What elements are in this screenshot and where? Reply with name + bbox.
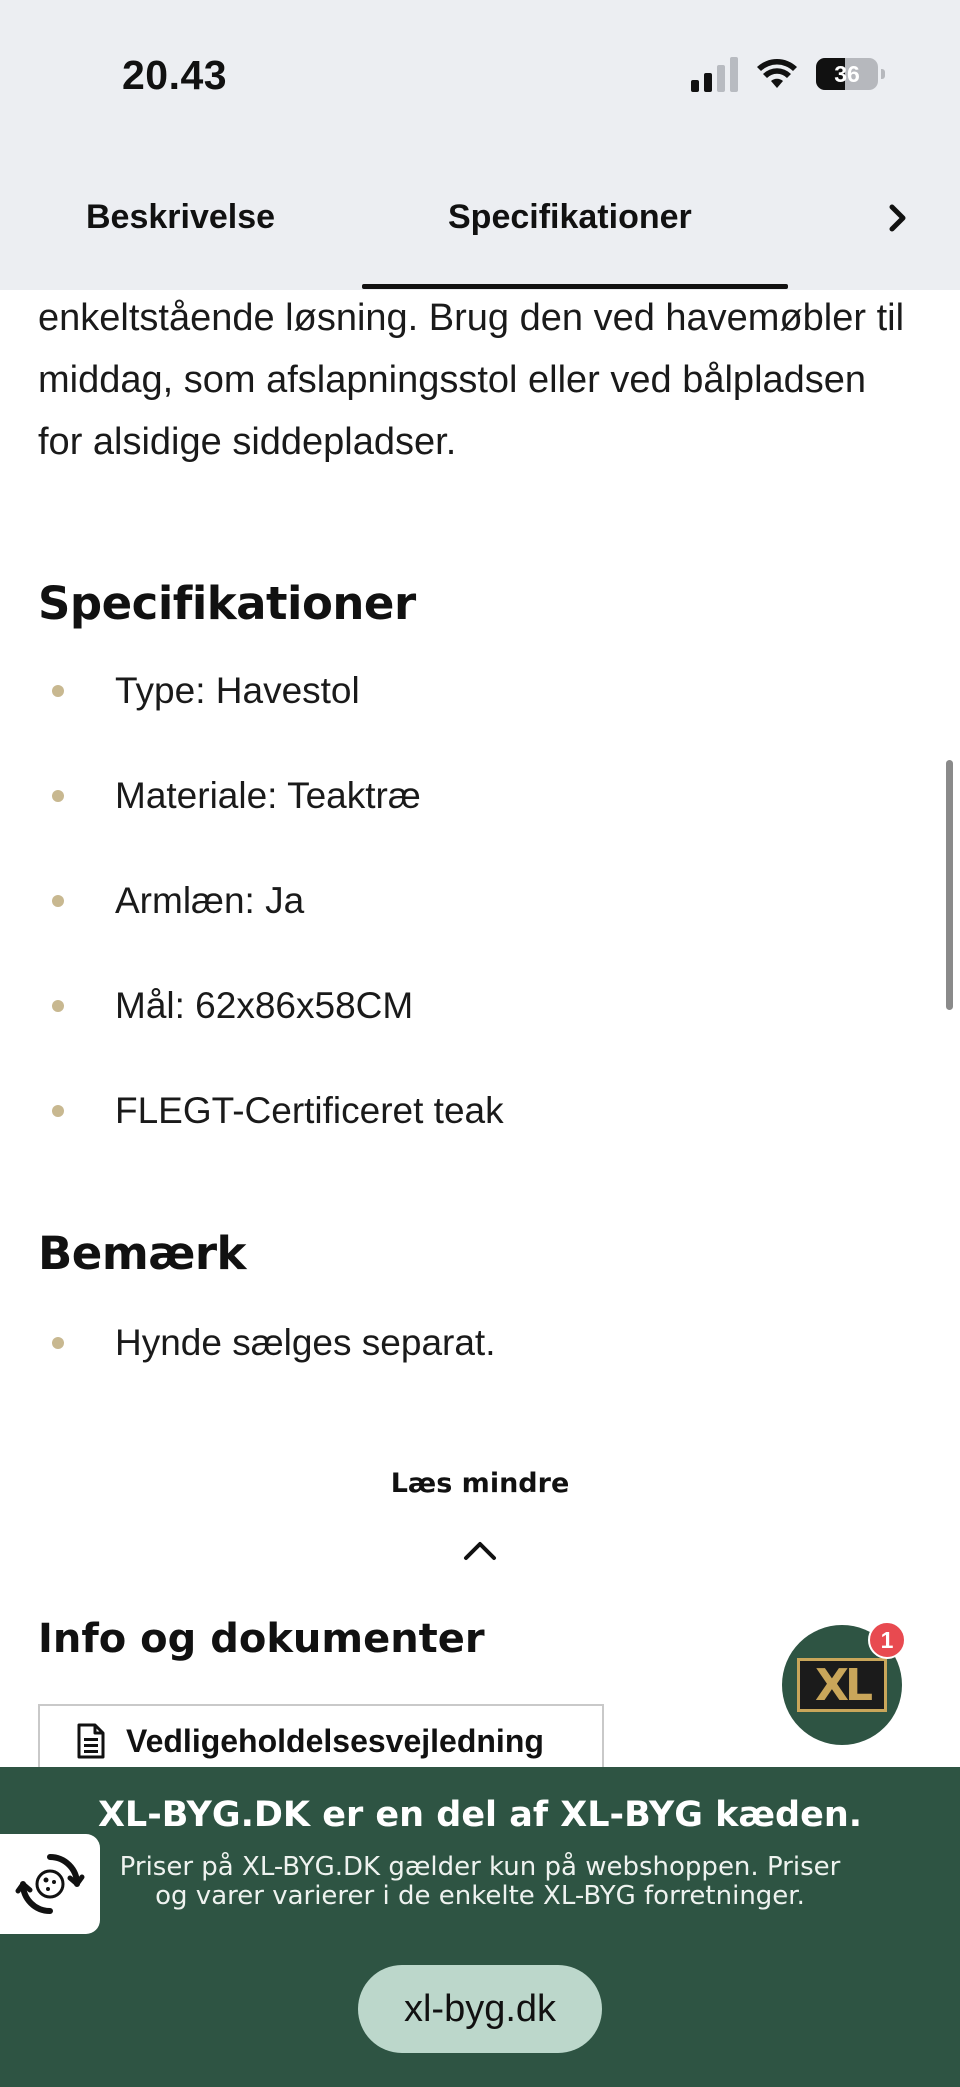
bullet-icon — [52, 685, 64, 697]
note-heading: Bemærk — [38, 1227, 246, 1280]
specifications-heading: Specifikationer — [38, 577, 416, 630]
specifications-list: Type: Havestol Materiale: Teaktræ Armlæn… — [38, 670, 918, 1195]
document-icon — [77, 1723, 105, 1759]
wifi-icon — [757, 59, 797, 88]
footer-subtitle: Priser på XL-BYG.DK gælder kun på websho… — [119, 1852, 841, 1911]
bullet-icon — [52, 895, 64, 907]
battery-level: 36 — [834, 60, 860, 87]
tab-bar: Beskrivelse Specifikationer — [0, 170, 960, 290]
chevron-up-icon[interactable] — [462, 1538, 498, 1562]
scrollbar[interactable] — [946, 760, 953, 1010]
chevron-right-icon[interactable] — [880, 200, 914, 236]
xl-logo-icon: XL — [797, 1658, 887, 1712]
bullet-icon — [52, 1000, 64, 1012]
bullet-icon — [52, 790, 64, 802]
maintenance-guide-button[interactable]: Vedligeholdelsesvejledning — [38, 1704, 604, 1776]
cookie-settings-button[interactable] — [0, 1834, 100, 1934]
list-item: Mål: 62x86x58CM — [38, 985, 918, 1090]
info-heading: Info og dokumenter — [38, 1616, 485, 1662]
list-item: Armlæn: Ja — [38, 880, 918, 985]
read-less-link[interactable]: Læs mindre — [0, 1468, 960, 1499]
tab-specifikationer[interactable]: Specifikationer — [448, 198, 692, 237]
list-item: Hynde sælges separat. — [38, 1322, 918, 1427]
browser-url-pill[interactable]: xl-byg.dk — [358, 1965, 602, 2053]
footer-title: XL-BYG.DK er en del af XL-BYG kæden. — [97, 1795, 863, 1835]
top-header: 20.43 36 Beskrivelse Specifikationer — [0, 0, 960, 290]
description-text: enkeltstående løsning. Brug den ved have… — [38, 297, 905, 463]
list-item: Materiale: Teaktræ — [38, 775, 918, 880]
xl-chat-button[interactable]: XL 1 — [782, 1621, 906, 1745]
status-time: 20.43 — [122, 52, 228, 98]
list-item: FLEGT-Certificeret teak — [38, 1090, 918, 1195]
note-list: Hynde sælges separat. — [38, 1322, 918, 1427]
status-icons: 36 — [691, 56, 885, 92]
product-details: enkeltstående løsning. Brug den ved have… — [38, 290, 918, 1427]
list-item: Type: Havestol — [38, 670, 918, 775]
footer-banner: XL-BYG.DK er en del af XL-BYG kæden. Pri… — [0, 1767, 960, 2087]
bullet-icon — [52, 1337, 64, 1349]
cookie-settings-icon — [15, 1854, 85, 1914]
cellular-signal-icon — [691, 56, 738, 92]
battery-icon: 36 — [816, 58, 885, 90]
document-label: Vedligeholdelsesvejledning — [126, 1722, 544, 1759]
notification-badge: 1 — [868, 1621, 906, 1659]
tab-beskrivelse[interactable]: Beskrivelse — [86, 198, 275, 237]
bullet-icon — [52, 1105, 64, 1117]
